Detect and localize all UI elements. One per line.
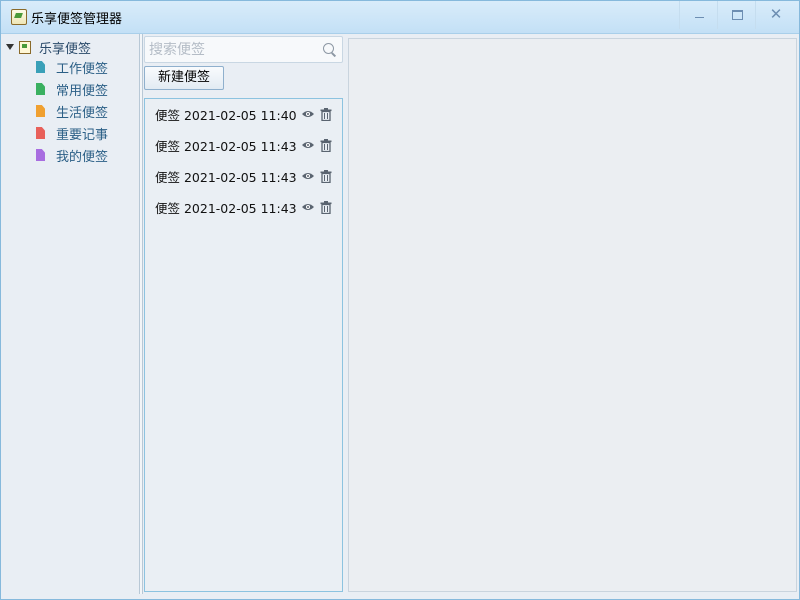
note-list-item[interactable]: 便签 2021-02-05 11:43 bbox=[155, 135, 332, 155]
note-title: 便签 2021-02-05 11:43 bbox=[155, 169, 297, 185]
minimize-icon bbox=[694, 17, 704, 18]
note-title: 便签 2021-02-05 11:40 bbox=[155, 107, 297, 123]
note-content-area[interactable] bbox=[348, 38, 797, 592]
tree-item-important[interactable]: 重要记事 bbox=[36, 124, 109, 143]
app-notebook-icon bbox=[11, 9, 27, 25]
document-icon bbox=[36, 61, 45, 73]
note-list-item[interactable]: 便签 2021-02-05 11:43 bbox=[155, 166, 332, 186]
document-icon bbox=[36, 149, 45, 161]
expand-caret-icon[interactable] bbox=[6, 44, 14, 50]
document-icon bbox=[36, 105, 45, 117]
eye-icon[interactable] bbox=[301, 202, 315, 212]
tree-item-mine[interactable]: 我的便签 bbox=[36, 146, 109, 165]
trash-icon[interactable] bbox=[320, 107, 332, 121]
note-title: 便签 2021-02-05 11:43 bbox=[155, 200, 297, 216]
tree-item-label: 我的便签 bbox=[56, 149, 109, 165]
title-bar[interactable]: 乐享便签管理器 ✕ bbox=[1, 1, 799, 34]
document-icon bbox=[36, 83, 45, 95]
tree-item-common[interactable]: 常用便签 bbox=[36, 80, 109, 99]
tree-item-life[interactable]: 生活便签 bbox=[36, 102, 109, 121]
close-button[interactable]: ✕ bbox=[755, 1, 796, 29]
search-field[interactable] bbox=[144, 36, 343, 63]
trash-icon[interactable] bbox=[320, 200, 332, 214]
window-title: 乐享便签管理器 bbox=[31, 12, 123, 27]
trash-icon[interactable] bbox=[320, 169, 332, 183]
notebook-icon bbox=[19, 40, 31, 54]
tree-item-label: 工作便签 bbox=[56, 61, 109, 77]
document-icon bbox=[36, 127, 45, 139]
tree-item-label: 常用便签 bbox=[56, 83, 109, 99]
note-list: 便签 2021-02-05 11:40 便签 2021-02-05 11:43 bbox=[144, 98, 343, 592]
category-tree: 乐享便签 工作便签 常用便签 生活便签 重要记事 我的便签 bbox=[1, 34, 139, 598]
tree-root-label: 乐享便签 bbox=[39, 41, 92, 57]
minimize-button[interactable] bbox=[679, 1, 718, 29]
panel-splitter[interactable] bbox=[139, 34, 143, 594]
maximize-button[interactable] bbox=[717, 1, 756, 29]
app-window: 乐享便签管理器 ✕ 乐享便签 工作便签 常用便签 生活便签 重要记事 我的便签 … bbox=[0, 0, 800, 600]
close-icon: ✕ bbox=[769, 5, 783, 23]
tree-item-work[interactable]: 工作便签 bbox=[36, 58, 109, 77]
tree-root-item[interactable]: 乐享便签 bbox=[6, 38, 92, 57]
eye-icon[interactable] bbox=[301, 109, 315, 119]
eye-icon[interactable] bbox=[301, 171, 315, 181]
search-input[interactable] bbox=[147, 39, 321, 61]
note-list-item[interactable]: 便签 2021-02-05 11:40 bbox=[155, 104, 332, 124]
eye-icon[interactable] bbox=[301, 140, 315, 150]
tree-item-label: 重要记事 bbox=[56, 127, 109, 143]
tree-item-label: 生活便签 bbox=[56, 105, 109, 121]
search-icon[interactable] bbox=[323, 43, 334, 54]
new-note-button[interactable]: 新建便签 bbox=[144, 66, 224, 90]
trash-icon[interactable] bbox=[320, 138, 332, 152]
maximize-icon bbox=[731, 10, 743, 20]
note-list-item[interactable]: 便签 2021-02-05 11:43 bbox=[155, 197, 332, 217]
note-title: 便签 2021-02-05 11:43 bbox=[155, 138, 297, 154]
